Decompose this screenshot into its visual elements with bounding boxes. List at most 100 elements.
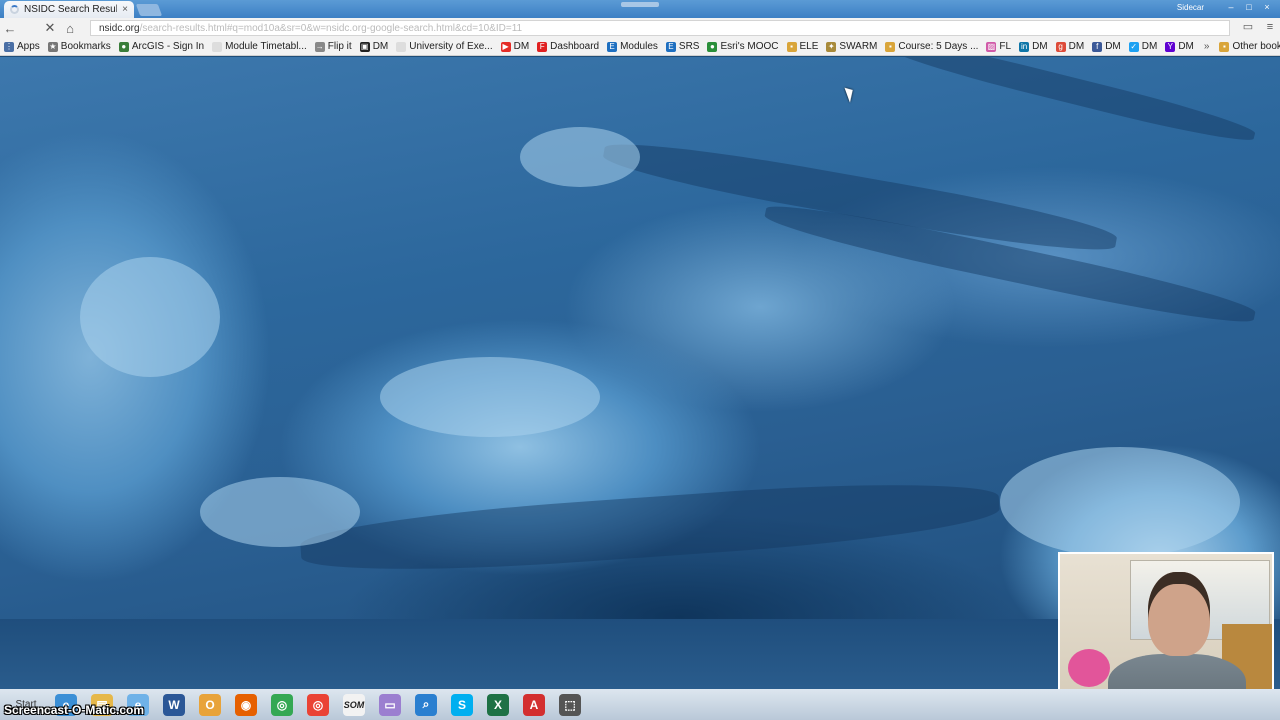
taskbar-word-app[interactable]: W	[156, 691, 192, 719]
som-icon: SOM	[343, 693, 365, 716]
tab-nsidc-search-results[interactable]: NSIDC Search Results ×	[4, 1, 134, 18]
bookmark-label: ELE	[799, 41, 819, 52]
pdf-icon: A	[523, 693, 545, 716]
bookmark-3[interactable]: Module Timetabl...	[208, 41, 311, 52]
taskbar-chrome-app-2[interactable]: ◎	[300, 691, 336, 719]
google-plus-icon: g	[1055, 41, 1066, 52]
tab-close-icon[interactable]: ×	[122, 4, 128, 15]
bookmark-16[interactable]: in DM	[1015, 41, 1052, 52]
bookmark-label: Course: 5 Days ...	[898, 41, 979, 52]
bookmark-2[interactable]: ● ArcGIS - Sign In	[115, 41, 208, 52]
bookmark-7[interactable]: ▶ DM	[497, 41, 534, 52]
taskbar-firefox-app[interactable]: ◉	[228, 691, 264, 719]
taskbar-som-app[interactable]: SOM	[336, 691, 372, 719]
arrow-icon: →	[314, 41, 325, 52]
home-button[interactable]: ⌂	[60, 18, 80, 38]
snipping-icon: ⬚	[559, 693, 581, 716]
bookmark-0[interactable]: ⋮ Apps	[0, 41, 44, 52]
bookmark-14[interactable]: ▪ Course: 5 Days ...	[881, 41, 982, 52]
minimize-button[interactable]: –	[1224, 2, 1238, 12]
bookmark-other[interactable]: ▪ Other bookmarks	[1215, 41, 1280, 52]
folder-icon: ▪	[1219, 41, 1230, 52]
bookmark-18[interactable]: f DM	[1088, 41, 1125, 52]
facebook-icon: f	[1092, 41, 1103, 52]
taskbar-search-app[interactable]: ⌕	[408, 691, 444, 719]
note-icon: ▭	[379, 693, 401, 716]
bookmark-10[interactable]: E SRS	[662, 41, 704, 52]
forward-button[interactable]	[20, 18, 40, 38]
chrome-icon: ◎	[307, 693, 329, 716]
bookmark-4[interactable]: → Flip it	[311, 41, 356, 52]
taskbar-excel-app[interactable]: X	[480, 691, 516, 719]
back-button[interactable]: ←	[0, 18, 20, 38]
new-tab-button[interactable]	[135, 4, 163, 16]
cinema-icon: ▣	[359, 41, 370, 52]
bookmark-label: DM	[372, 41, 389, 52]
watermark: Screencast-O-Matic.com	[4, 703, 145, 717]
bookmark-1[interactable]: ★ Bookmarks	[44, 41, 115, 52]
bookmark-label: Flip it	[327, 41, 352, 52]
maximize-button[interactable]: □	[1242, 2, 1256, 12]
youtube-icon: ▶	[500, 41, 511, 52]
url-host: nsidc.org	[99, 22, 140, 34]
yahoo-icon: Y	[1165, 41, 1176, 52]
bookmark-6[interactable]: University of Exe...	[392, 41, 496, 52]
bookmark-20[interactable]: Y DM	[1161, 41, 1198, 52]
bookmark-label: Bookmarks	[60, 41, 111, 52]
bookmark-label: SRS	[678, 41, 700, 52]
bookmark-label: SWARM	[839, 41, 878, 52]
tab-strip: NSIDC Search Results × Sidecar – □ ×	[0, 0, 1280, 18]
menu-icon[interactable]: ≡	[1264, 21, 1276, 33]
taskbar-skype-app[interactable]: S	[444, 691, 480, 719]
address-bar[interactable]: nsidc.org /search-results.html#q=mod10a&…	[90, 20, 1230, 36]
taskbar-chrome-app[interactable]: ◎	[264, 691, 300, 719]
bookmark-label: Module Timetabl...	[225, 41, 307, 52]
drag-handle[interactable]	[621, 2, 659, 7]
flipboard-icon: F	[537, 41, 548, 52]
bookmark-13[interactable]: ✦ SWARM	[822, 41, 881, 52]
cast-icon[interactable]: ▭	[1242, 21, 1254, 33]
bookmarks-overflow-button[interactable]: »	[1198, 41, 1216, 52]
esri-icon: ●	[707, 41, 718, 52]
bookmark-label: Apps	[17, 41, 40, 52]
page-icon	[396, 41, 407, 52]
globe-icon: ●	[118, 41, 129, 52]
bookmark-8[interactable]: F Dashboard	[533, 41, 603, 52]
windows-taskbar: Start e ▤ e W O ◉ ◎ ◎ SOM ▭ ⌕ S X A ⬚	[0, 689, 1280, 720]
bookmark-5[interactable]: ▣ DM	[356, 41, 393, 52]
star-icon: ★	[47, 41, 58, 52]
loading-spinner-icon	[10, 5, 19, 14]
taskbar-acrobat-app[interactable]: A	[516, 691, 552, 719]
image-icon: ▨	[986, 41, 997, 52]
bookmark-label: Dashboard	[550, 41, 600, 52]
twitter-icon: ✓	[1128, 41, 1139, 52]
bookmark-label: Modules	[620, 41, 658, 52]
bookmark-12[interactable]: ▪ ELE	[783, 41, 823, 52]
stop-button[interactable]: ✕	[40, 18, 60, 38]
close-window-button[interactable]: ×	[1260, 2, 1274, 12]
skype-icon: S	[451, 693, 473, 716]
url-path: /search-results.html#q=mod10a&sr=0&w=nsi…	[139, 22, 523, 34]
swarm-icon: ✦	[826, 41, 837, 52]
linkedin-icon: in	[1019, 41, 1030, 52]
apps-grid-icon: ⋮	[4, 41, 14, 52]
bookmark-11[interactable]: ● Esri's MOOC	[703, 41, 782, 52]
bookmark-label: Esri's MOOC	[720, 41, 779, 52]
window-user-label[interactable]: Sidecar	[1177, 3, 1204, 12]
folder-icon: ▪	[885, 41, 896, 52]
bookmark-label: FL	[999, 41, 1012, 52]
magnifier-icon: ⌕	[415, 693, 437, 716]
bookmark-9[interactable]: E Modules	[603, 41, 662, 52]
bookmark-15[interactable]: ▨ FL	[982, 41, 1015, 52]
folder-icon: ▪	[786, 41, 797, 52]
taskbar-outlook-app[interactable]: O	[192, 691, 228, 719]
taskbar-note-app[interactable]: ▭	[372, 691, 408, 719]
e-icon: E	[607, 41, 618, 52]
bookmark-label: DM	[1178, 41, 1194, 52]
bookmark-17[interactable]: g DM	[1052, 41, 1089, 52]
taskbar-snipping-app[interactable]: ⬚	[552, 691, 588, 719]
bookmark-label: Other bookmarks	[1232, 41, 1280, 52]
bookmark-19[interactable]: ✓ DM	[1125, 41, 1162, 52]
bookmark-label: DM	[1141, 41, 1158, 52]
browser-toolbar: ← ✕ ⌂ nsidc.org /search-results.html#q=m…	[0, 18, 1280, 38]
